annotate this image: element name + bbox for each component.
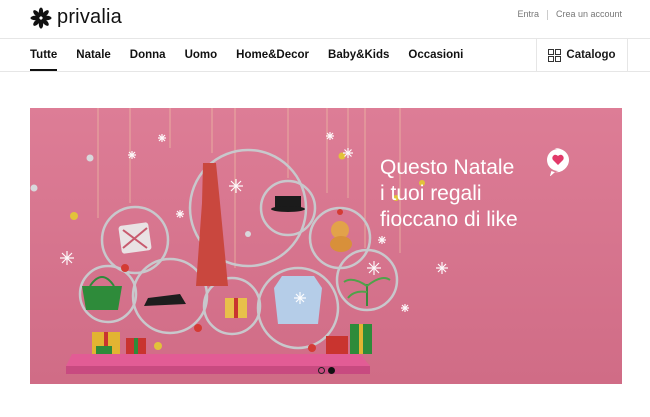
catalog-button[interactable]: Catalogo [536,39,628,71]
account-links: Entra Crea un account [517,9,622,20]
hero-banner[interactable]: Questo Natale i tuoi regali fioccano di … [30,108,622,384]
headline-line-2: i tuoi regali [380,182,482,205]
carousel-dot-1[interactable] [318,367,325,374]
nav-items: Tutte Natale Donna Uomo Home&Decor Baby&… [30,39,482,71]
tab-baby-kids[interactable]: Baby&Kids [328,39,389,71]
headline-line-3: fioccano di like [380,208,518,231]
tab-donna[interactable]: Donna [130,39,166,71]
category-nav: Tutte Natale Donna Uomo Home&Decor Baby&… [0,38,650,72]
christmas-scene-illustration [30,108,622,384]
tab-tutte[interactable]: Tutte [30,39,58,71]
divider [546,10,548,20]
logo-text: privalia [57,6,122,28]
grid-icon [548,48,562,62]
tab-occasioni[interactable]: Occasioni [408,39,463,71]
tab-home-decor[interactable]: Home&Decor [236,39,309,71]
carousel-pagination [318,367,338,374]
flower-logo-icon [30,6,52,29]
signup-link[interactable]: Crea un account [556,9,622,20]
catalog-label: Catalogo [566,49,616,61]
top-bar: privalia Entra Crea un account [0,0,650,38]
headline-line-1: Questo Natale [380,156,515,179]
carousel-dot-2[interactable] [328,367,335,374]
tab-uomo[interactable]: Uomo [185,39,218,71]
login-link[interactable]: Entra [517,9,539,20]
banner-headline: Questo Natale i tuoi regali fioccano di … [380,155,518,233]
privalia-logo[interactable]: privalia [30,6,122,29]
tab-natale[interactable]: Natale [76,39,111,71]
heart-like-icon [547,148,569,176]
